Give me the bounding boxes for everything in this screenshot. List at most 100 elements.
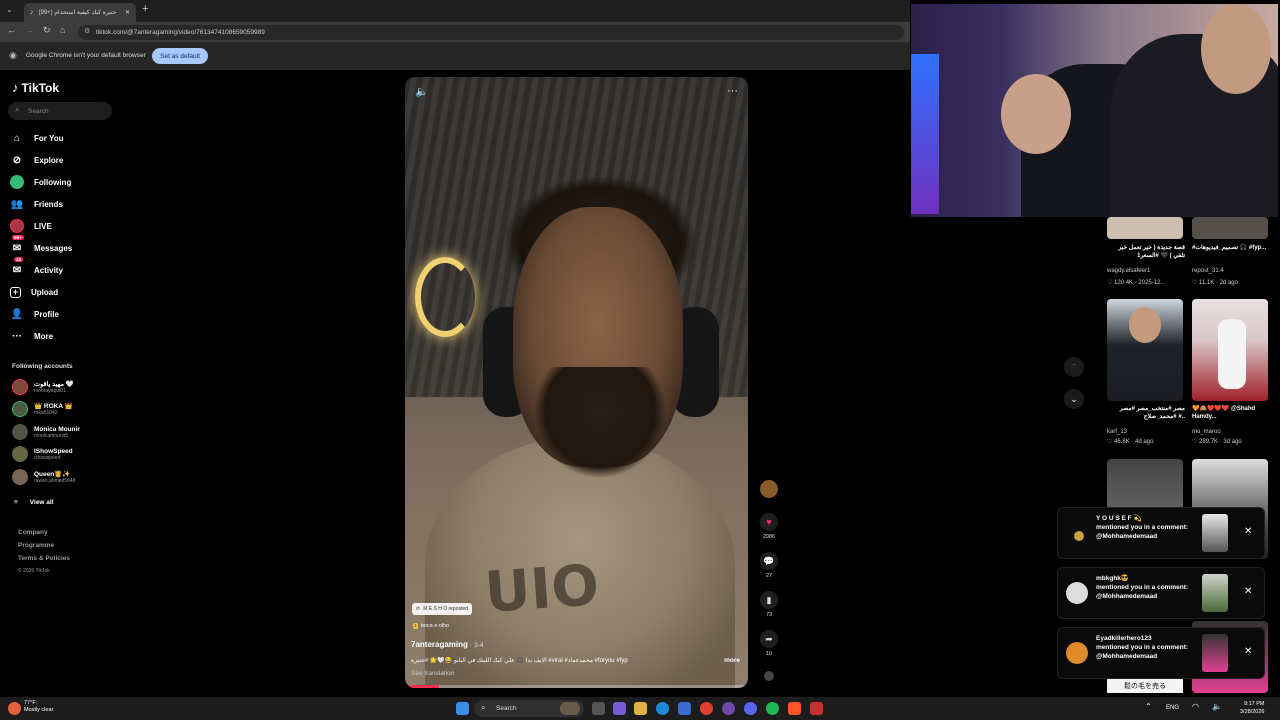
following-account[interactable]: Queen👸✨ rawan.ahmed5648 [12, 467, 75, 487]
browser-toolbar: ← → ↻ ⌂ ⚙ tiktok.com/@7anteragaming/vide… [0, 22, 910, 42]
back-arrow-icon[interactable]: ← [7, 25, 16, 35]
grid-video-title[interactable]: #تصميم_فيديوهات 🎧 #fyp... [1192, 244, 1270, 252]
grid-video-thumb[interactable] [1107, 299, 1183, 401]
share-button[interactable]: ➦ 10 [758, 630, 780, 657]
following-account[interactable]: مهيد ياقوت 🤍 mohrayaqut01 [12, 377, 74, 397]
new-tab-plus-icon[interactable]: + [142, 3, 148, 15]
mention-notification[interactable]: mbkghk😎 mentioned you in a comment: @Moh… [1057, 567, 1265, 619]
grid-video-handle[interactable]: karf_13 [1107, 429, 1127, 435]
nav-messages[interactable]: ✉ 99+ Messages [10, 235, 72, 257]
crescent-moon-light [415, 257, 475, 337]
close-icon[interactable]: ✕ [1244, 526, 1252, 537]
video-caption: الايف بداً 🎧 علي كيك اللينك في البايو 😂🤍… [411, 658, 628, 664]
grid-video-thumb[interactable] [1107, 217, 1183, 239]
chevron-down-icon: ⌄ [1070, 393, 1078, 404]
following-account[interactable]: IShowSpeed ishowspeed [12, 444, 73, 464]
footer-company-link[interactable]: Company [18, 529, 48, 536]
notification-user: Eyadkillerhero123 [1096, 635, 1152, 642]
file-explorer-icon[interactable] [634, 702, 647, 715]
search-input[interactable]: ⌕ Search [8, 102, 112, 120]
weather-widget[interactable]: 77°F Mostly clear [24, 700, 53, 714]
grid-video-title[interactable]: 🧡🙈❤️❤️❤️ @Shahd Hamdy... [1192, 405, 1270, 421]
grid-video-title[interactable]: مصر #منتخب_مصر #مصر #محمد_صلاح #.. [1107, 405, 1185, 421]
nav-upload[interactable]: + Upload [10, 283, 58, 301]
app-icon[interactable] [810, 702, 823, 715]
nav-following[interactable]: Following [10, 173, 71, 191]
view-all-link[interactable]: ≡ View all [14, 493, 54, 511]
grid-video-thumb[interactable] [1192, 217, 1268, 239]
nav-explore[interactable]: ⊘ Explore [10, 151, 64, 169]
nav-live[interactable]: LIVE [10, 217, 52, 235]
tray-chevron-icon[interactable]: ⌃ [1145, 702, 1152, 711]
grid-video-handle[interactable]: mo_maroo [1192, 429, 1221, 435]
set-as-default-button[interactable]: Set as default [152, 48, 208, 64]
app-icon[interactable] [722, 702, 735, 715]
task-view-icon[interactable] [592, 702, 605, 715]
address-input[interactable]: ⚙ tiktok.com/@7anteragaming/video/761347… [78, 25, 904, 40]
brave-icon[interactable] [788, 702, 801, 715]
more-options-icon[interactable]: ··· [727, 85, 738, 97]
reload-icon[interactable]: ↻ [43, 25, 51, 36]
comment-button[interactable]: 💬 27 [758, 552, 780, 579]
windows-start-icon[interactable] [456, 702, 469, 715]
activity-badge: 16 [14, 257, 24, 262]
nav-activity[interactable]: ✉ 16 Activity [10, 257, 63, 279]
video-progress-bar[interactable] [405, 685, 748, 688]
music-tag[interactable]: ♪ boca e olho [413, 623, 449, 629]
mention-notification[interactable]: Y O U S E F 💫 mentioned you in a comment… [1057, 507, 1265, 559]
nav-friends[interactable]: 👥 Friends [10, 195, 63, 213]
notification-mention: @Mohhamedemaad [1096, 593, 1158, 600]
volume-icon[interactable]: 🔈 [1212, 702, 1222, 711]
edge-icon[interactable] [656, 702, 669, 715]
wifi-icon[interactable]: ◠ [1192, 702, 1199, 711]
taskbar-search[interactable]: ⌕ Search [474, 700, 584, 717]
browser-tab[interactable]: ♪ (99+) حتيرة كيك كيفية استخدام ✕ [24, 3, 136, 22]
next-video-button[interactable]: ⌄ [1064, 389, 1084, 409]
nav-label: More [34, 331, 54, 341]
close-icon[interactable]: ✕ [1244, 646, 1252, 657]
close-icon[interactable]: ✕ [1244, 586, 1252, 597]
forward-arrow-icon[interactable]: → [25, 25, 34, 35]
grid-video-thumb[interactable] [1192, 299, 1268, 401]
footer-terms-link[interactable]: Terms & Policies [18, 555, 70, 562]
site-info-icon[interactable]: ⚙ [84, 27, 90, 35]
nav-label: Profile [34, 309, 59, 319]
nav-more[interactable]: ··· More [10, 327, 53, 345]
like-button[interactable]: ♥ 2986 [758, 513, 780, 540]
messages-icon: ✉ 99+ [12, 235, 24, 254]
creator-avatar[interactable] [758, 480, 780, 501]
home-button-icon[interactable]: ⌂ [60, 25, 65, 35]
video-player[interactable]: UIO 🔈 ··· ⟳ M E S H O reposted ♪ boca e … [405, 77, 748, 688]
tiktok-logo[interactable]: ♪ TikTok [12, 80, 59, 95]
save-button[interactable]: ▮ 73 [758, 591, 780, 618]
mention-notification[interactable]: Eyadkillerhero123 mentioned you in a com… [1057, 627, 1265, 679]
chrome-icon[interactable] [700, 702, 713, 715]
nav-for-you[interactable]: ⌂ For You [10, 129, 64, 147]
previous-video-button[interactable]: ⌃ [1064, 357, 1084, 377]
video-author[interactable]: 7anteragaming · 3-4 [411, 640, 484, 649]
spotify-icon[interactable] [766, 702, 779, 715]
footer-programme-link[interactable]: Programme [18, 542, 54, 549]
grid-video-handle[interactable]: wagdy.elsafeer1 [1107, 268, 1150, 274]
store-icon[interactable] [678, 702, 691, 715]
tab-close-icon[interactable]: ✕ [125, 9, 130, 16]
widgets-icon[interactable] [613, 702, 626, 715]
nav-profile[interactable]: 👤 Profile [10, 305, 59, 323]
see-translation-link[interactable]: See translation [411, 670, 454, 677]
tab-list-chevron-icon[interactable]: ⌄ [6, 5, 13, 14]
clock-time: 9:17 PM [1243, 701, 1265, 707]
volume-icon[interactable]: 🔈 [415, 85, 429, 98]
weather-icon[interactable] [8, 702, 21, 715]
caption-more-button[interactable]: more [724, 657, 740, 664]
grid-video-stats: ♡ 120.4K · 2025-12... [1107, 280, 1166, 286]
language-indicator[interactable]: ENG [1166, 705, 1179, 711]
grid-video-title[interactable]: قصة جديدة ( خير تعمل خير تلقي ) 🖤 #السعر… [1107, 244, 1185, 260]
chevron-up-icon: ⌃ [1070, 361, 1078, 372]
taskbar-clock[interactable]: 9:17 PM 3/28/2026 [1240, 700, 1264, 716]
avatar [760, 480, 778, 498]
following-account[interactable]: 👑 ROKA 👑 roka51042 [12, 399, 73, 419]
discord-icon[interactable] [744, 702, 757, 715]
music-disc[interactable] [758, 671, 780, 684]
grid-video-handle[interactable]: repost_31.4 [1192, 268, 1224, 274]
following-account[interactable]: Monica Mounir monicamounir5 [12, 422, 80, 442]
